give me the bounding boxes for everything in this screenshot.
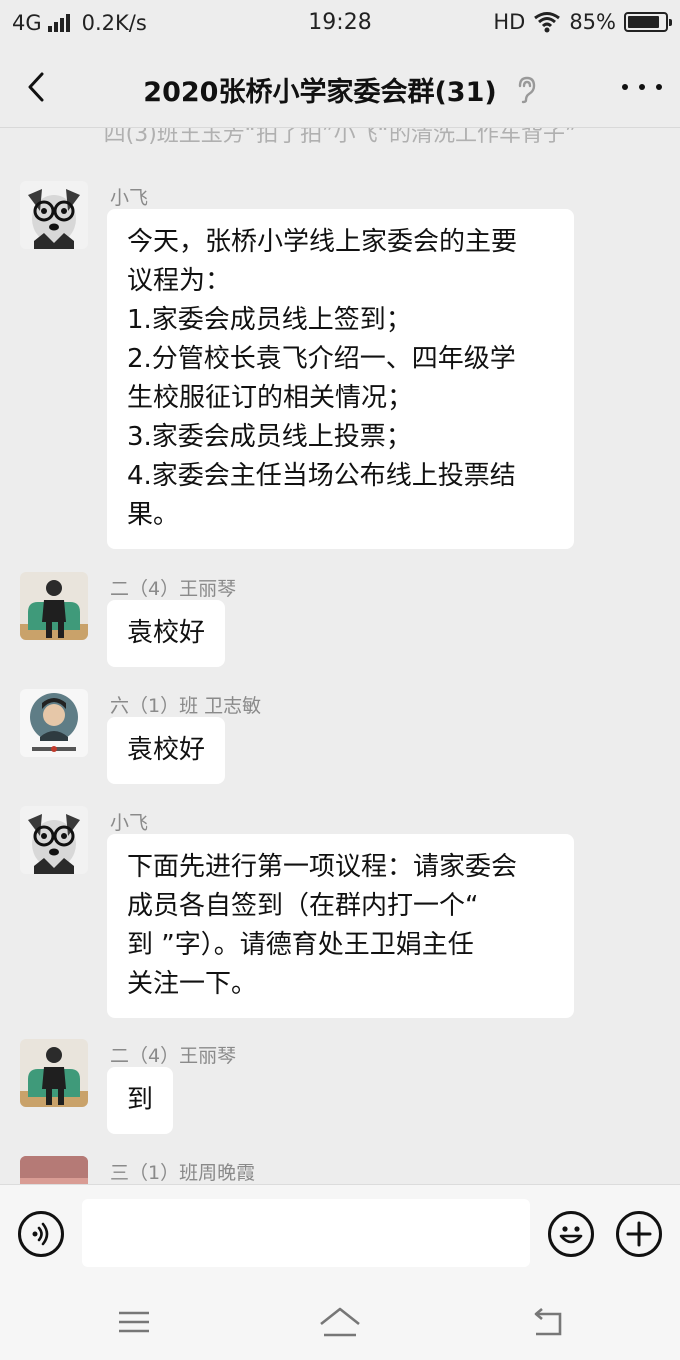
portrait-in-circle-avatar[interactable] [20, 689, 88, 757]
hd-indicator: HD [493, 10, 526, 34]
person-on-green-chair-avatar[interactable] [20, 1039, 88, 1107]
home-icon[interactable] [318, 1304, 362, 1340]
dog-with-glasses-avatar[interactable] [20, 806, 88, 874]
sender-name: 三（1）班周晚霞 [110, 1162, 256, 1184]
menu-icon[interactable] [116, 1304, 152, 1340]
message-bubble[interactable]: 到 [107, 1067, 174, 1134]
more-dots-icon[interactable] [622, 70, 662, 104]
message-bubble[interactable]: 袁校好 [107, 717, 226, 784]
status-bar: 4G 0.2K/s 19:28 HD 85% [0, 0, 680, 48]
sender-name: 二（4）王丽琴 [110, 578, 237, 600]
chat-area[interactable]: 四(3)班王玉芳“拍了拍”小飞“的清洗工作车背子” 小飞 今天，张桥小学线上家委… [0, 128, 680, 1184]
chat-title[interactable]: 2020张桥小学家委会群(31) [143, 70, 496, 109]
sender-name: 小飞 [110, 187, 149, 209]
message-bubble[interactable]: 袁校好 [107, 600, 226, 667]
status-right: HD 85% [493, 10, 672, 34]
message-bubble[interactable]: 下面先进行第一项议程：请家委会 成员各自签到（在群内打一个“ 到 ”字）。请德育… [107, 834, 574, 1018]
plus-icon[interactable] [616, 1211, 662, 1257]
chat-title-row: 2020张桥小学家委会群(31) [0, 70, 680, 109]
battery-icon [624, 12, 672, 32]
emoji-icon[interactable] [548, 1211, 594, 1257]
battery-fill [628, 16, 659, 28]
dog-with-glasses-avatar[interactable] [20, 181, 88, 249]
person-on-green-chair-avatar[interactable] [20, 572, 88, 640]
sender-name: 小飞 [110, 812, 149, 834]
earpiece-icon [518, 76, 535, 103]
battery-percent: 85% [569, 10, 616, 34]
sender-name: 六（1）班 卫志敏 [110, 695, 262, 717]
pink-landscape-avatar[interactable] [20, 1156, 88, 1184]
message-bubble[interactable]: 今天，张桥小学线上家委会的主要 议程为： 1.家委会成员线上签到； 2.分管校长… [107, 209, 574, 549]
chat-header: 2020张桥小学家委会群(31) [0, 48, 680, 128]
system-navigation-bar [0, 1284, 680, 1360]
voice-icon[interactable] [18, 1211, 64, 1257]
sender-name: 二（4）王丽琴 [110, 1045, 237, 1067]
back-icon[interactable] [530, 1304, 566, 1340]
message-input[interactable] [82, 1199, 530, 1267]
input-bar [0, 1184, 680, 1284]
system-notice: 四(3)班王玉芳“拍了拍”小飞“的清洗工作车背子” [103, 128, 577, 147]
wifi-icon [534, 12, 561, 33]
